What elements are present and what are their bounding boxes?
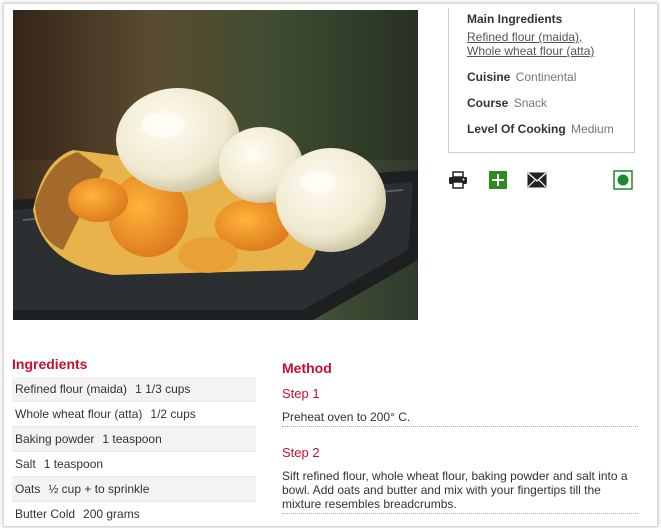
level-label: Level Of Cooking — [467, 122, 566, 136]
recipe-photo — [13, 10, 418, 320]
method-section: Method Step 1 Preheat oven to 200° C. St… — [282, 360, 638, 526]
recipe-actions — [448, 170, 635, 192]
cuisine-value: Continental — [515, 70, 577, 84]
ingredient-name: Baking powder — [15, 432, 95, 446]
add-icon[interactable] — [488, 170, 508, 190]
cuisine-label: Cuisine — [467, 70, 511, 84]
veg-icon — [613, 170, 633, 190]
step-text: Sift refined flour, whole wheat flour, b… — [282, 469, 638, 514]
ingredient-qty: ½ cup + to sprinkle — [48, 482, 150, 496]
printer-icon[interactable] — [448, 170, 468, 190]
email-icon[interactable] — [527, 170, 547, 190]
ingredient-item: Salt 1 teaspoon — [12, 452, 256, 477]
ingredient-item: Refined flour (maida) 1 1/3 cups — [12, 377, 256, 402]
ingredients-list: Refined flour (maida) 1 1/3 cups Whole wh… — [12, 377, 256, 526]
method-heading: Method — [282, 360, 332, 376]
step-title: Step 1 — [282, 386, 320, 401]
level-value: Medium — [571, 122, 614, 136]
recipe-page: Main Ingredients Refined flour (maida), … — [3, 3, 658, 527]
step-title: Step 2 — [282, 445, 320, 460]
ingredient-item: Baking powder 1 teaspoon — [12, 427, 256, 452]
cuisine-row: Cuisine Continental — [467, 70, 616, 84]
ingredient-name: Salt — [15, 457, 36, 471]
ingredient-name: Oats — [15, 482, 41, 496]
ingredient-name: Butter Cold — [15, 507, 76, 521]
method-step: Step 2 Sift refined flour, whole wheat f… — [282, 445, 638, 514]
ingredient-item: Oats ½ cup + to sprinkle — [12, 477, 256, 502]
ingredient-qty: 1/2 cups — [150, 407, 196, 421]
ingredients-heading: Ingredients — [12, 356, 88, 372]
ingredient-qty: 1 teaspoon — [43, 457, 104, 471]
main-ingredients: Main Ingredients Refined flour (maida), … — [467, 12, 616, 58]
course-value: Snack — [513, 96, 548, 110]
method-step: Step 1 Preheat oven to 200° C. — [282, 386, 638, 427]
main-ingredients-label: Main Ingredients — [467, 12, 563, 26]
course-label: Course — [467, 96, 509, 110]
ingredient-qty: 1 1/3 cups — [135, 382, 191, 396]
course-row: Course Snack — [467, 96, 616, 110]
ingredient-qty: 200 grams — [83, 507, 140, 521]
recipe-info-box: Main Ingredients Refined flour (maida), … — [448, 8, 635, 153]
ingredient-item: Whole wheat flour (atta) 1/2 cups — [12, 402, 256, 427]
ingredient-qty: 1 teaspoon — [102, 432, 162, 446]
ingredient-item: Butter Cold 200 grams — [12, 502, 256, 526]
ingredient-name: Whole wheat flour (atta) — [15, 407, 143, 421]
main-ingredient-link[interactable]: Whole wheat flour (atta) — [467, 44, 616, 58]
level-row: Level Of Cooking Medium — [467, 122, 616, 136]
step-text: Preheat oven to 200° C. — [282, 410, 638, 427]
ingredient-name: Refined flour (maida) — [15, 382, 128, 396]
ingredients-section: Ingredients Refined flour (maida) 1 1/3 c… — [12, 356, 256, 526]
main-ingredient-link[interactable]: Refined flour (maida), — [467, 30, 616, 44]
